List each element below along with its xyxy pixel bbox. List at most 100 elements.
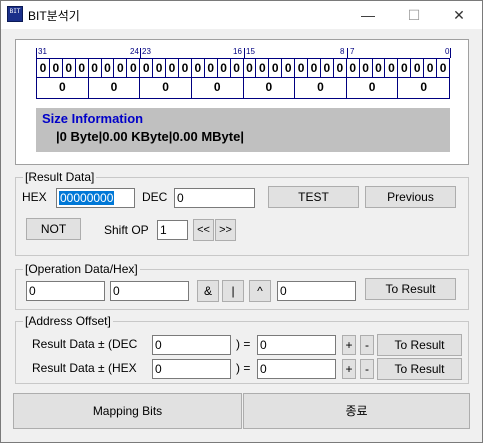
operand2-input[interactable]: 0 [110,281,189,301]
bit-display-panel: 31 24 23 16 15 8 7 0 0000000000000000000… [15,39,469,165]
bit-cell[interactable]: 0 [385,59,399,77]
operand1-input[interactable]: 0 [26,281,105,301]
offset-dec-equals: ) = [236,337,251,351]
bit-cell[interactable]: 0 [89,59,102,77]
operation-data-group-label: [Operation Data/Hex] [23,262,140,276]
shift-amount-input[interactable]: 1 [157,220,188,240]
bit-cell[interactable]: 0 [153,59,167,77]
bit-cell[interactable]: 0 [256,59,270,77]
ruler-label-24: 24 [130,47,139,56]
offset-hex-equals: ) = [236,361,251,375]
bit-analyzer-window: BIT BIT분석기 — ☐ ✕ 31 24 23 16 15 8 7 0 00… [0,0,483,443]
bit-ruler: 31 24 23 16 15 8 7 0 [36,47,451,58]
bit-cell[interactable]: 0 [269,59,283,77]
offset-dec-to-result-button[interactable]: To Result [377,334,462,356]
ruler-label-15: 15 [246,47,255,56]
bit-cell[interactable]: 0 [244,59,257,77]
dec-label: DEC [142,190,168,204]
window-title: BIT분석기 [28,9,80,23]
ruler-divider [140,48,141,58]
nibble-hex-cell: 0 [89,77,141,98]
exit-button[interactable]: 종료 [243,393,470,429]
nibble-hex-cell: 0 [192,77,244,98]
not-button[interactable]: NOT [26,218,81,240]
ruler-label-7: 7 [350,47,355,56]
size-info-title: Size Information [42,111,144,126]
bit-cell[interactable]: 0 [437,59,449,77]
bit-cell[interactable]: 0 [127,59,141,77]
offset-dec-minus-button[interactable]: - [360,335,374,355]
bit-cell[interactable]: 0 [424,59,438,77]
bit-cell[interactable]: 0 [308,59,321,77]
shift-op-label: Shift OP [104,223,149,237]
offset-hex-result[interactable]: 0 [257,359,336,379]
nibble-hex-cell: 0 [347,77,399,98]
offset-hex-to-result-button[interactable]: To Result [377,358,462,380]
bit-cell[interactable]: 0 [218,59,231,77]
title-bar: BIT BIT분석기 — ☐ ✕ [1,1,482,29]
offset-dec-result[interactable]: 0 [257,335,336,355]
size-info-box: Size Information |0 Byte|0.00 KByte|0.00… [36,108,450,152]
bit-cell[interactable]: 0 [37,59,50,77]
bit-cell[interactable]: 0 [114,59,128,77]
bit-cell[interactable]: 0 [282,59,296,77]
address-offset-group: [Address Offset] Result Data ± (DEC 0 ) … [15,314,469,384]
close-button[interactable]: ✕ [436,1,482,29]
ruler-label-8: 8 [340,47,345,56]
bit-cell[interactable]: 0 [205,59,218,77]
nibble-hex-cell: 0 [140,77,192,98]
app-icon: BIT [7,6,23,22]
bit-cell[interactable]: 0 [76,59,89,77]
bit-cell[interactable]: 0 [373,59,386,77]
bit-cell[interactable]: 0 [192,59,205,77]
ruler-label-31: 31 [38,47,47,56]
offset-hex-minus-button[interactable]: - [360,359,374,379]
test-button[interactable]: TEST [268,186,359,208]
bit-cell[interactable]: 0 [50,59,63,77]
bit-cell[interactable]: 0 [179,59,192,77]
maximize-button[interactable]: ☐ [391,1,437,29]
nibble-hex-cell: 0 [295,77,347,98]
offset-dec-plus-button[interactable]: + [342,335,356,355]
bits-row: 00000000000000000000000000000000 [36,58,450,78]
xor-button[interactable]: ^ [249,280,271,302]
bit-cell[interactable]: 0 [334,59,347,77]
operation-result-input[interactable]: 0 [277,281,356,301]
bit-cell[interactable]: 0 [321,59,334,77]
dec-input[interactable]: 0 [174,188,255,208]
bit-cell[interactable]: 0 [140,59,154,77]
bit-cell[interactable]: 0 [411,59,425,77]
nibble-hex-cell: 0 [37,77,89,98]
bit-cell[interactable]: 0 [231,59,244,77]
or-button[interactable]: | [222,280,244,302]
offset-hex-label: Result Data ± (HEX [32,361,137,375]
ruler-divider [244,48,245,58]
shift-right-button[interactable]: >> [215,219,236,241]
previous-button[interactable]: Previous [365,186,456,208]
bit-cell[interactable]: 0 [166,59,179,77]
shift-left-button[interactable]: << [193,219,214,241]
minimize-button[interactable]: — [345,1,391,29]
operation-to-result-button[interactable]: To Result [365,278,456,300]
bit-cell[interactable]: 0 [295,59,309,77]
bit-cell[interactable]: 0 [102,59,115,77]
and-button[interactable]: & [197,280,219,302]
ruler-divider [450,48,451,58]
bit-cell[interactable]: 0 [347,59,360,77]
offset-hex-plus-button[interactable]: + [342,359,356,379]
bit-cell[interactable]: 0 [360,59,373,77]
offset-dec-label: Result Data ± (DEC [32,337,138,351]
operation-data-group: [Operation Data/Hex] 0 0 & | ^ 0 To Resu… [15,262,469,310]
hex-input[interactable]: 00000000 [56,188,135,208]
bit-grid: 31 24 23 16 15 8 7 0 0000000000000000000… [36,48,470,108]
bit-cell[interactable]: 0 [398,59,412,77]
nibble-hex-cell: 0 [420,80,428,94]
ruler-label-23: 23 [142,47,151,56]
result-data-group-label: [Result Data] [23,170,97,184]
mapping-bits-button[interactable]: Mapping Bits [13,393,242,429]
offset-hex-input[interactable]: 0 [152,359,231,379]
address-offset-group-label: [Address Offset] [23,314,113,328]
bit-cell[interactable]: 0 [63,59,76,77]
size-info-value: |0 Byte|0.00 KByte|0.00 MByte| [56,129,244,144]
offset-dec-input[interactable]: 0 [152,335,231,355]
